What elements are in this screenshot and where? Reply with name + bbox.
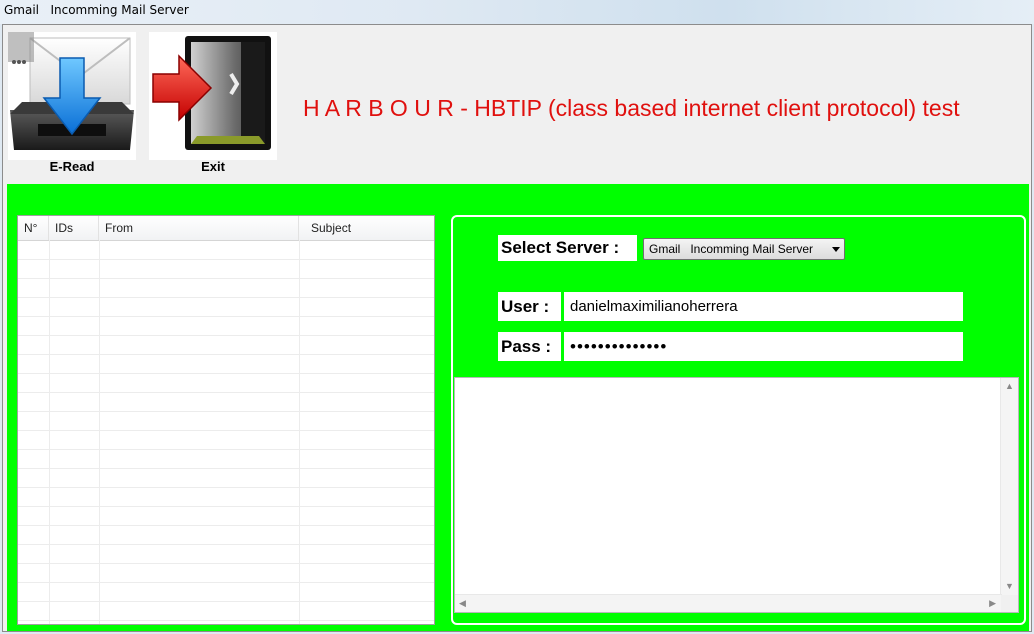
grid-row-line xyxy=(18,468,434,469)
scroll-left-icon[interactable]: ◀ xyxy=(459,599,466,608)
e-read-label: E-Read xyxy=(49,159,95,174)
output-memo[interactable]: ▲ ▼ ◀ ▶ xyxy=(454,377,1019,613)
exit-door-icon xyxy=(152,36,271,150)
server-select[interactable]: Gmail Incomming Mail Server xyxy=(643,238,845,260)
e-read-button[interactable] xyxy=(8,32,136,160)
scroll-corner xyxy=(1001,595,1018,612)
grid-row-line xyxy=(18,544,434,545)
grid-row-line xyxy=(18,449,434,450)
select-server-label: Select Server : xyxy=(498,235,637,261)
grid-row-line xyxy=(18,278,434,279)
grid-row-line xyxy=(18,563,434,564)
main-window: E-Read Exit H A R B O U R - HBTIP (class… xyxy=(2,24,1032,632)
message-list-grid[interactable]: N° IDs From Subject xyxy=(17,215,435,625)
user-field[interactable]: danielmaximilianoherrera xyxy=(564,292,963,321)
download-tray-icon xyxy=(8,32,134,150)
column-header-number[interactable]: N° xyxy=(18,216,49,240)
user-label: User : xyxy=(498,292,561,321)
grid-row-line xyxy=(18,335,434,336)
scroll-up-icon[interactable]: ▲ xyxy=(1005,382,1014,391)
title-bar: Gmail Incomming Mail Server xyxy=(0,0,1034,24)
banner-title: H A R B O U R - HBTIP (class based inter… xyxy=(303,95,960,121)
scroll-down-icon[interactable]: ▼ xyxy=(1005,582,1014,591)
grid-row-line xyxy=(18,620,434,621)
grid-row-line xyxy=(18,601,434,602)
grid-row-line xyxy=(18,354,434,355)
window-title: Gmail Incomming Mail Server xyxy=(4,3,189,17)
grid-row-line xyxy=(18,392,434,393)
exit-label: Exit xyxy=(201,159,225,174)
vertical-scrollbar[interactable]: ▲ ▼ xyxy=(1000,378,1018,595)
column-header-subject[interactable]: Subject xyxy=(299,216,434,240)
grid-row-line xyxy=(18,506,434,507)
grid-row-line xyxy=(18,582,434,583)
grid-row-line xyxy=(18,259,434,260)
grid-row-line xyxy=(18,373,434,374)
column-header-from[interactable]: From xyxy=(99,216,299,240)
pass-label: Pass : xyxy=(498,332,561,361)
grid-row-line xyxy=(18,525,434,526)
server-select-value: Gmail Incomming Mail Server xyxy=(649,242,814,256)
chevron-down-icon xyxy=(832,247,840,252)
grid-header: N° IDs From Subject xyxy=(18,216,434,241)
password-field[interactable]: •••••••••••••• xyxy=(564,332,963,361)
grid-row-line xyxy=(18,430,434,431)
grid-row-line xyxy=(18,297,434,298)
grid-row-line xyxy=(18,411,434,412)
grid-row-line xyxy=(18,316,434,317)
exit-button[interactable] xyxy=(149,32,277,160)
grid-row-line xyxy=(18,487,434,488)
scroll-right-icon[interactable]: ▶ xyxy=(989,599,996,608)
column-header-ids[interactable]: IDs xyxy=(49,216,99,240)
grid-body xyxy=(18,240,434,624)
horizontal-scrollbar[interactable]: ◀ ▶ xyxy=(455,594,1002,612)
